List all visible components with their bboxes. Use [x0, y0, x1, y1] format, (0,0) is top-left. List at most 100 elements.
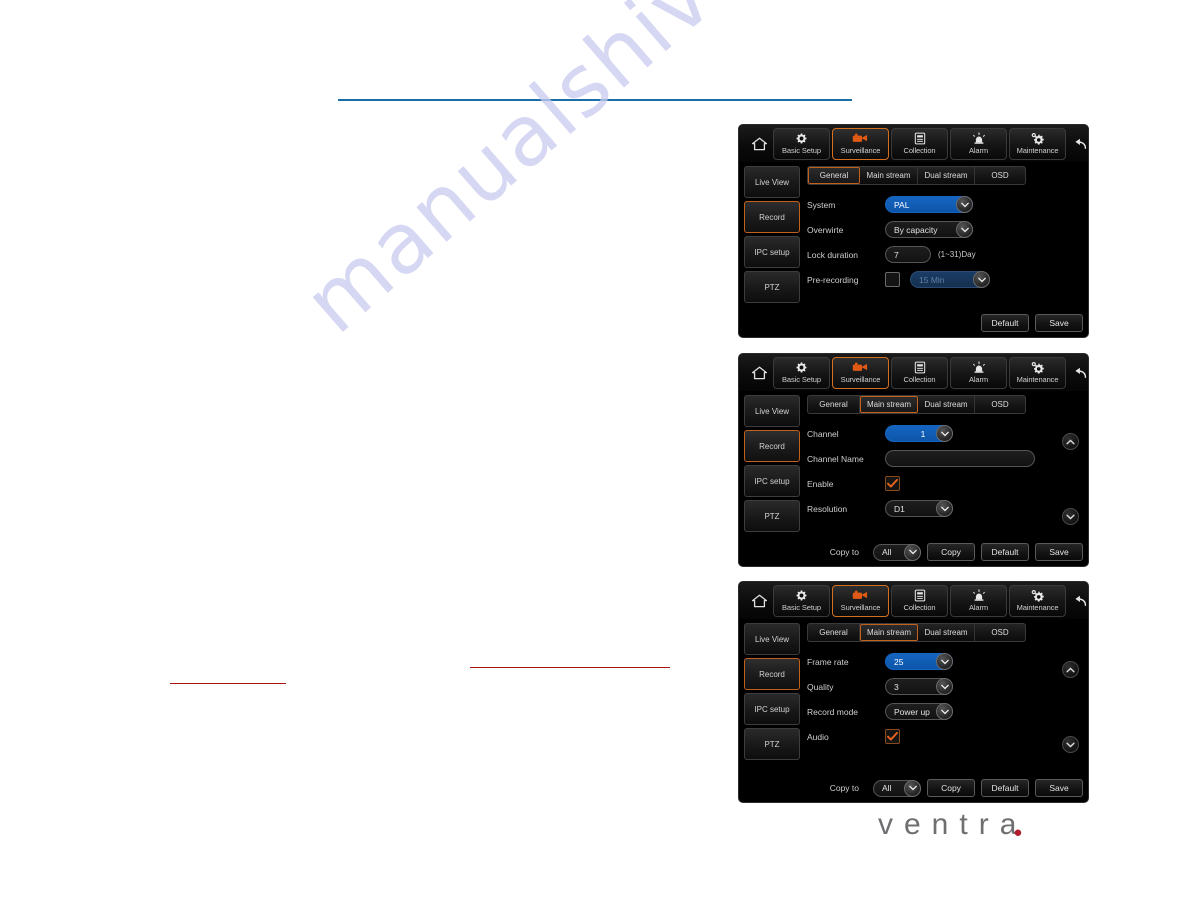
resolution-dropdown[interactable]: D1 — [885, 500, 953, 517]
chevron-down-icon[interactable] — [936, 653, 953, 670]
home-icon[interactable] — [746, 588, 772, 614]
quality-dropdown[interactable]: 3 — [885, 678, 953, 695]
tab-general[interactable]: General — [808, 167, 860, 184]
chevron-down-icon[interactable] — [956, 221, 973, 238]
pre-recording-dropdown[interactable]: 15 Min — [910, 271, 990, 288]
scroll-down-button[interactable] — [1062, 508, 1079, 525]
video-camera-icon — [852, 131, 869, 146]
copy-to-dropdown[interactable]: All — [873, 543, 921, 561]
row-frame-rate: Frame rate 25 — [807, 652, 1083, 671]
audio-checkbox[interactable] — [885, 729, 900, 744]
tab-main-stream[interactable]: Main stream — [860, 396, 918, 413]
sidebar-label-ptz: PTZ — [764, 739, 780, 749]
chevron-down-icon[interactable] — [936, 703, 953, 720]
sidebar-item-record[interactable]: Record — [744, 201, 800, 233]
scroll-down-button[interactable] — [1062, 736, 1079, 753]
toolbar-item-alarm[interactable]: Alarm — [950, 127, 1007, 160]
overwrite-dropdown[interactable]: By capacity — [885, 221, 973, 238]
lock-duration-input[interactable]: 7 — [885, 246, 931, 263]
body-rule-left — [170, 683, 286, 684]
enable-checkbox[interactable] — [885, 476, 900, 491]
sidebar-item-ipc-setup[interactable]: IPC setup — [744, 236, 800, 268]
tab-main-stream[interactable]: Main stream — [860, 624, 918, 641]
tab-osd[interactable]: OSD — [975, 167, 1025, 184]
save-button[interactable]: Save — [1035, 314, 1083, 332]
tab-dual-stream[interactable]: Dual stream — [918, 167, 975, 184]
sidebar-label-ptz: PTZ — [764, 282, 780, 292]
ventra-logo-dot: ● — [1013, 824, 1023, 841]
document-list-icon — [914, 131, 926, 146]
tab-osd[interactable]: OSD — [975, 396, 1025, 413]
default-button[interactable]: Default — [981, 314, 1029, 332]
home-icon[interactable] — [746, 360, 772, 386]
sidebar-item-ipc-setup[interactable]: IPC setup — [744, 465, 800, 497]
tab-dual-stream[interactable]: Dual stream — [918, 396, 975, 413]
back-arrow-icon[interactable] — [1067, 361, 1088, 385]
toolbar-item-alarm[interactable]: Alarm — [950, 356, 1007, 389]
toolbar-item-maintenance[interactable]: Maintenance — [1009, 584, 1066, 617]
copy-button[interactable]: Copy — [927, 779, 975, 797]
copy-button[interactable]: Copy — [927, 543, 975, 561]
sidebar-item-record[interactable]: Record — [744, 658, 800, 690]
gear-wrench-icon — [1031, 360, 1045, 375]
record-mode-dropdown[interactable]: Power up — [885, 703, 953, 720]
sidebar-item-live-view[interactable]: Live View — [744, 166, 800, 198]
sidebar-item-ptz[interactable]: PTZ — [744, 271, 800, 303]
tabstrip: General Main stream Dual stream OSD — [807, 395, 1026, 414]
siren-icon — [972, 360, 986, 375]
lock-duration-hint: (1~31)Day — [938, 250, 976, 259]
toolbar-item-collection[interactable]: Collection — [891, 127, 948, 160]
sidebar-item-ptz[interactable]: PTZ — [744, 728, 800, 760]
toolbar-item-surveillance[interactable]: Surveillance — [832, 356, 889, 389]
tab-osd[interactable]: OSD — [975, 624, 1025, 641]
sidebar-item-ipc-setup[interactable]: IPC setup — [744, 693, 800, 725]
chevron-down-icon[interactable] — [936, 500, 953, 517]
tab-general[interactable]: General — [808, 396, 860, 413]
chevron-down-icon[interactable] — [936, 678, 953, 695]
label-channel: Channel — [807, 428, 839, 439]
default-button[interactable]: Default — [981, 543, 1029, 561]
tab-label-dual-stream: Dual stream — [924, 171, 968, 180]
chevron-down-icon[interactable] — [936, 425, 953, 442]
back-arrow-icon[interactable] — [1067, 132, 1088, 156]
sidebar-item-live-view[interactable]: Live View — [744, 623, 800, 655]
chevron-down-icon[interactable] — [904, 543, 921, 561]
copy-to-dropdown[interactable]: All — [873, 779, 921, 797]
back-arrow-icon[interactable] — [1067, 589, 1088, 613]
save-button[interactable]: Save — [1035, 779, 1083, 797]
toolbar-item-basic-setup[interactable]: Basic Setup — [773, 127, 830, 160]
sidebar-label-record: Record — [759, 669, 785, 679]
siren-icon — [972, 131, 986, 146]
chevron-down-icon[interactable] — [973, 271, 990, 288]
scroll-up-button[interactable] — [1062, 661, 1079, 678]
frame-rate-dropdown[interactable]: 25 — [885, 653, 953, 670]
pre-recording-checkbox[interactable] — [885, 272, 900, 287]
toolbar-item-alarm[interactable]: Alarm — [950, 584, 1007, 617]
toolbar-item-surveillance[interactable]: Surveillance — [832, 127, 889, 160]
sidebar-item-live-view[interactable]: Live View — [744, 395, 800, 427]
toolbar-item-maintenance[interactable]: Maintenance — [1009, 127, 1066, 160]
toolbar-item-collection[interactable]: Collection — [891, 584, 948, 617]
save-button[interactable]: Save — [1035, 543, 1083, 561]
gear-icon — [795, 131, 808, 146]
system-dropdown[interactable]: PAL — [885, 196, 973, 213]
tab-main-stream[interactable]: Main stream — [860, 167, 918, 184]
toolbar-item-basic-setup[interactable]: Basic Setup — [773, 356, 830, 389]
channel-name-input[interactable] — [885, 450, 1035, 467]
chevron-down-icon[interactable] — [956, 196, 973, 213]
toolbar-item-maintenance[interactable]: Maintenance — [1009, 356, 1066, 389]
scroll-up-button[interactable] — [1062, 433, 1079, 450]
toolbar-item-basic-setup[interactable]: Basic Setup — [773, 584, 830, 617]
gear-wrench-icon — [1031, 588, 1045, 603]
label-resolution: Resolution — [807, 503, 848, 514]
toolbar-item-surveillance[interactable]: Surveillance — [832, 584, 889, 617]
toolbar-item-collection[interactable]: Collection — [891, 356, 948, 389]
home-icon[interactable] — [746, 131, 772, 157]
tab-general[interactable]: General — [808, 624, 860, 641]
default-button[interactable]: Default — [981, 779, 1029, 797]
channel-dropdown[interactable]: 1 — [885, 425, 953, 442]
sidebar-item-ptz[interactable]: PTZ — [744, 500, 800, 532]
tab-dual-stream[interactable]: Dual stream — [918, 624, 975, 641]
chevron-down-icon[interactable] — [904, 779, 921, 797]
sidebar-item-record[interactable]: Record — [744, 430, 800, 462]
